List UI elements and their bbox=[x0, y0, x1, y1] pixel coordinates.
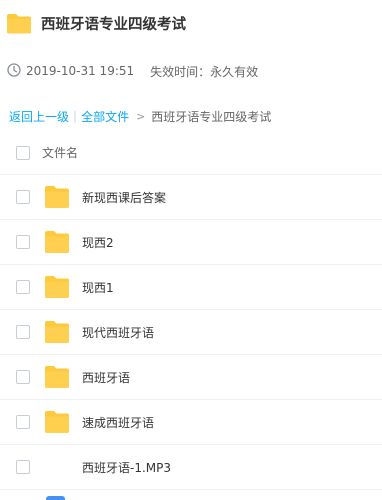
breadcrumb-current: 西班牙语专业四级考试 bbox=[151, 109, 272, 124]
document-file-icon bbox=[46, 496, 65, 500]
back-link[interactable]: 返回上一级 bbox=[9, 108, 69, 125]
folder-icon bbox=[44, 275, 70, 299]
clock-icon bbox=[7, 62, 21, 80]
select-all-checkbox[interactable] bbox=[16, 145, 30, 160]
page-header: 西班牙语专业四级考试 bbox=[0, 0, 382, 46]
file-name[interactable]: 西班牙语-1.MP3 bbox=[82, 459, 171, 476]
row-checkbox[interactable] bbox=[16, 235, 30, 249]
file-name[interactable]: 现西2 bbox=[82, 234, 114, 251]
folder-icon bbox=[44, 185, 70, 209]
row-checkbox[interactable] bbox=[16, 280, 30, 294]
file-row[interactable]: 现代西班牙语 bbox=[0, 310, 382, 355]
file-name[interactable]: 西班牙语 bbox=[82, 369, 130, 386]
row-checkbox[interactable] bbox=[16, 370, 30, 384]
file-row[interactable]: 新现西课后答案 bbox=[0, 175, 382, 220]
share-page: 西班牙语专业四级考试 2019-10-31 19:51 失效时间：永久有效 返回… bbox=[0, 0, 382, 500]
row-checkbox[interactable] bbox=[16, 325, 30, 339]
folder-icon bbox=[44, 365, 70, 389]
file-name[interactable]: 现代西班牙语 bbox=[82, 324, 154, 341]
file-row[interactable]: 速成西班牙语 bbox=[0, 400, 382, 445]
folder-icon bbox=[44, 230, 70, 254]
file-row[interactable]: ♪ 西班牙语-1.MP3 bbox=[0, 445, 382, 490]
file-row[interactable]: 西班牙语 bbox=[0, 355, 382, 400]
folder-icon bbox=[6, 13, 32, 34]
file-row[interactable]: 现西1 bbox=[0, 265, 382, 310]
file-name[interactable]: 新现西课后答案 bbox=[82, 189, 166, 206]
chevron-right-icon: > bbox=[136, 109, 146, 123]
row-checkbox[interactable] bbox=[16, 460, 30, 474]
expire-info: 失效时间：永久有效 bbox=[150, 64, 259, 79]
breadcrumb: 返回上一级 | 全部文件 > 西班牙语专业四级考试 bbox=[0, 103, 382, 129]
column-header-filename: 文件名 bbox=[42, 146, 79, 160]
file-name[interactable]: 速成西班牙语 bbox=[82, 414, 154, 431]
row-checkbox[interactable] bbox=[16, 190, 30, 204]
breadcrumb-separator: | bbox=[73, 109, 78, 123]
file-list-header: 文件名 bbox=[0, 131, 382, 175]
file-name[interactable]: 现西1 bbox=[82, 279, 114, 296]
row-checkbox[interactable] bbox=[16, 415, 30, 429]
folder-icon bbox=[44, 410, 70, 434]
file-row[interactable]: 现西2 bbox=[0, 220, 382, 265]
file-list: 文件名 新现西课后答案 现西2 现西1 现代西班牙语 西班牙语 速成西班牙语 ♪… bbox=[0, 131, 382, 490]
page-title: 西班牙语专业四级考试 bbox=[41, 16, 186, 33]
music-file-icon: ♪ bbox=[52, 459, 61, 474]
share-datetime: 2019-10-31 19:51 bbox=[26, 64, 135, 78]
all-files-link[interactable]: 全部文件 bbox=[81, 108, 129, 125]
folder-icon bbox=[44, 320, 70, 344]
share-meta: 2019-10-31 19:51 失效时间：永久有效 bbox=[0, 56, 382, 86]
